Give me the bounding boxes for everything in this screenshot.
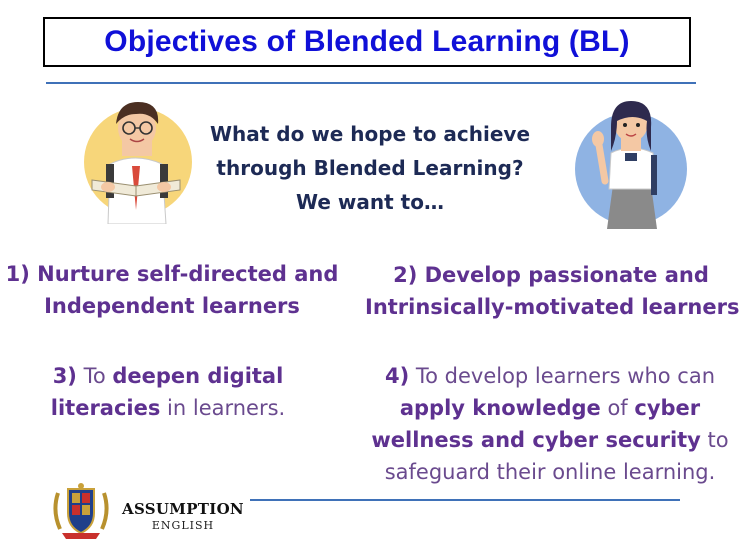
objective-1: 1) Nurture self-directed and Independent… <box>0 258 344 322</box>
objective-1-line: 1) Nurture self-directed and <box>5 262 339 286</box>
objective-emphasis: cyber <box>634 396 701 420</box>
objective-3: 3) To deepen digital literacies in learn… <box>20 360 316 424</box>
guiding-question: What do we hope to achieve through Blend… <box>190 117 550 219</box>
objective-emphasis: literacies <box>50 396 161 420</box>
bottom-divider <box>250 499 680 501</box>
title-box: Objectives of Blended Learning (BL) <box>43 17 691 67</box>
objective-text: safeguard their online learning. <box>384 460 716 484</box>
student-boy-illustration <box>84 102 192 224</box>
objective-4: 4) To develop learners who can apply kno… <box>355 360 745 488</box>
objective-text: of <box>600 396 635 420</box>
objective-number: 3) <box>52 364 77 388</box>
objective-emphasis: wellness and cyber security <box>371 428 701 452</box>
brand-name: ASSUMPTION <box>122 500 244 518</box>
objective-emphasis: deepen digital <box>112 364 284 388</box>
objective-number: 4) <box>384 364 410 388</box>
school-crest-icon <box>53 483 109 539</box>
question-line: through Blended Learning? <box>216 156 524 180</box>
student-girl-illustration <box>575 101 687 229</box>
brand-subtitle: ENGLISH <box>151 519 215 532</box>
objective-2: 2) Develop passionate and Intrinsically-… <box>365 259 740 323</box>
objective-1-line: Independent learners <box>44 294 300 318</box>
objective-text: To develop learners who can <box>409 364 716 388</box>
school-brand: ASSUMPTION ENGLISH <box>120 500 246 532</box>
objective-2-line: Intrinsically-motivated learners <box>365 295 740 319</box>
objective-emphasis: apply knowledge <box>399 396 601 420</box>
top-divider <box>46 82 696 84</box>
objective-2-line: 2) Develop passionate and <box>393 263 709 287</box>
page-title: Objectives of Blended Learning (BL) <box>104 25 630 58</box>
objective-text: To <box>76 364 113 388</box>
objective-text: to <box>700 428 729 452</box>
objective-text: in learners. <box>160 396 286 420</box>
question-line: We want to… <box>296 190 444 214</box>
question-line: What do we hope to achieve <box>209 122 531 146</box>
